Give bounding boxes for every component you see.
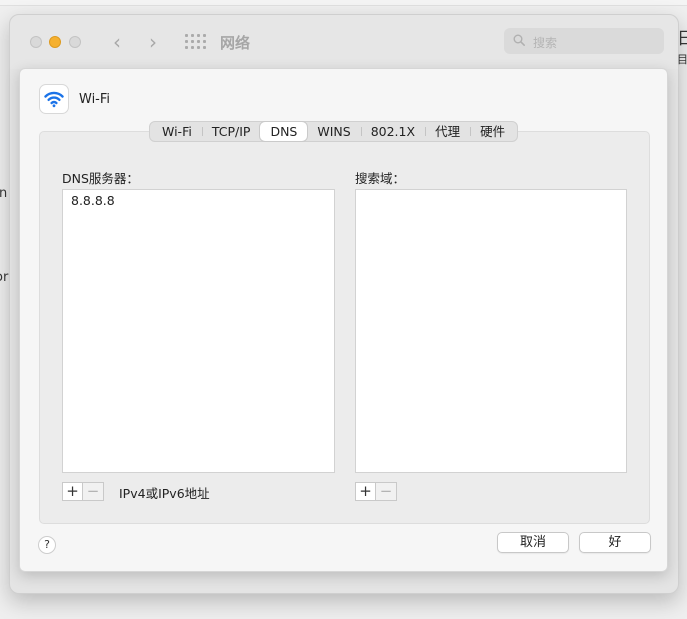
chevron-right-icon: › xyxy=(149,30,157,54)
tab-dns[interactable]: DNS xyxy=(260,122,308,141)
remove-dns-server-button[interactable]: − xyxy=(83,482,104,501)
minimize-window-button[interactable] xyxy=(49,36,61,48)
settings-panel: DNS服务器： 8.8.8.8 + − IPv4或IPv6地址 搜索域： + − xyxy=(39,131,650,524)
search-domains-label: 搜索域： xyxy=(355,171,406,186)
tab-8021x[interactable]: 802.1X xyxy=(360,122,425,141)
chevron-left-icon: ‹ xyxy=(113,30,121,54)
dns-add-remove-group: + − xyxy=(62,482,104,501)
tab-hardware[interactable]: 硬件 xyxy=(470,122,515,141)
tab-wifi[interactable]: Wi-Fi xyxy=(152,122,202,141)
dns-server-row[interactable]: 8.8.8.8 xyxy=(71,193,115,208)
close-window-button[interactable] xyxy=(30,36,42,48)
search-domain-add-remove-group: + − xyxy=(355,482,397,501)
edge-text-left-lower: or xyxy=(0,270,9,285)
window-titlebar: ‹ › 网络 搜索 xyxy=(10,15,678,69)
cancel-button[interactable]: 取消 xyxy=(497,532,569,553)
forward-button[interactable]: › xyxy=(142,29,164,55)
service-icon-badge xyxy=(39,84,69,114)
tab-proxies[interactable]: 代理 xyxy=(425,122,470,141)
search-placeholder: 搜索 xyxy=(533,36,558,50)
add-search-domain-button[interactable]: + xyxy=(355,482,376,501)
help-button[interactable]: ? xyxy=(38,536,56,554)
settings-tab-bar: Wi-Fi TCP/IP DNS WINS 802.1X 代理 硬件 xyxy=(149,121,519,142)
dns-servers-list[interactable]: 8.8.8.8 xyxy=(62,189,335,473)
dns-settings-sheet: Wi-Fi DNS服务器： 8.8.8.8 + − IPv4或IPv6地址 搜索… xyxy=(19,68,668,572)
wifi-icon xyxy=(44,91,64,108)
dns-address-hint: IPv4或IPv6地址 xyxy=(119,486,210,501)
search-input[interactable]: 搜索 xyxy=(504,28,664,54)
back-button[interactable]: ‹ xyxy=(106,29,128,55)
add-dns-server-button[interactable]: + xyxy=(62,482,83,501)
edge-text-left: n xyxy=(0,186,8,201)
service-name: Wi-Fi xyxy=(79,92,111,107)
zoom-window-button[interactable] xyxy=(69,36,81,48)
tab-tcpip[interactable]: TCP/IP xyxy=(201,122,261,141)
edge-text-top-small: 目 xyxy=(677,53,687,66)
tab-wins[interactable]: WINS xyxy=(307,122,360,141)
edge-text-top: 日 xyxy=(677,29,687,49)
search-icon xyxy=(513,34,525,46)
grid-icon[interactable] xyxy=(185,34,206,50)
window-title: 网络 xyxy=(220,34,251,52)
ok-button[interactable]: 好 xyxy=(579,532,651,553)
search-domains-list[interactable] xyxy=(355,189,627,473)
remove-search-domain-button[interactable]: − xyxy=(376,482,397,501)
dns-servers-label: DNS服务器： xyxy=(62,171,139,186)
background-app-strip xyxy=(0,0,687,6)
